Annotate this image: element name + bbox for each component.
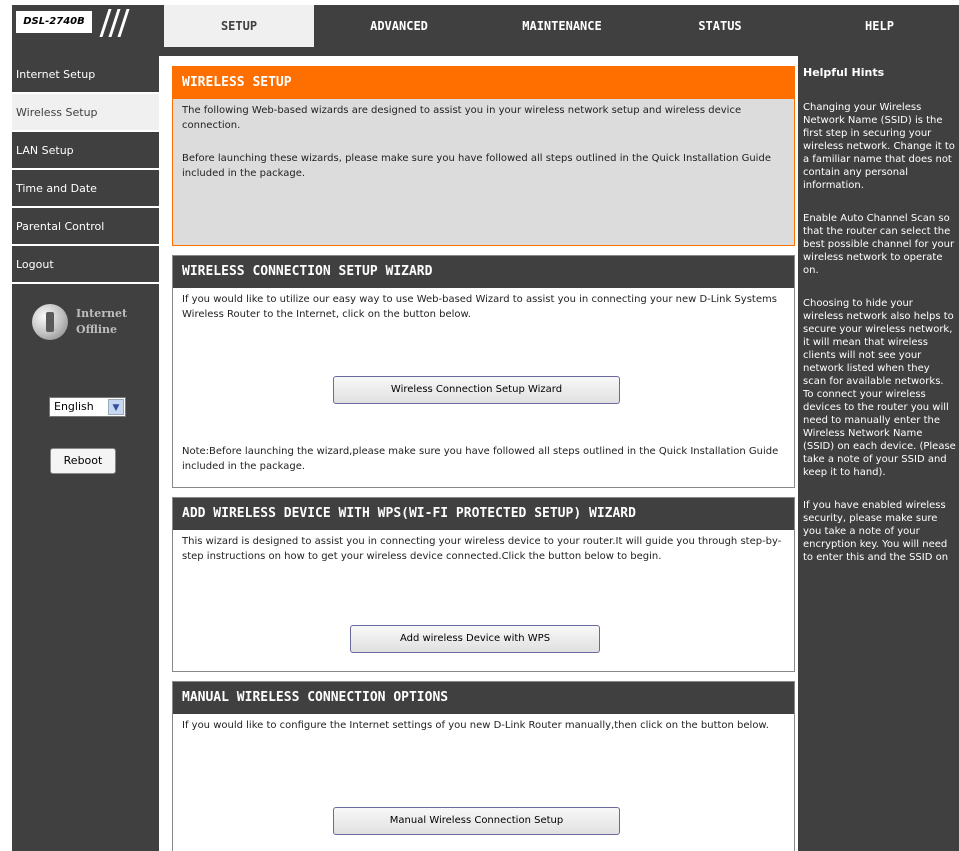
wireless-setup-section: WIRELESS SETUP The following Web-based w… (172, 66, 795, 246)
manual-description: If you would like to configure the Inter… (182, 720, 769, 731)
connection-wizard-section: WIRELESS CONNECTION SETUP WIZARD If you … (172, 255, 795, 488)
wizard-description: If you would like to utilize our easy wa… (182, 294, 777, 320)
intro-text: The following Web-based wizards are desi… (182, 105, 742, 131)
hint-text: Enable Auto Channel Scan so that the rou… (803, 213, 955, 276)
hint-text: If you have enabled wireless security, p… (803, 500, 949, 563)
tab-setup[interactable]: SETUP (164, 5, 314, 47)
manual-options-section: MANUAL WIRELESS CONNECTION OPTIONS If yo… (172, 681, 795, 851)
section-title: WIRELESS SETUP (173, 67, 794, 99)
add-wps-device-button[interactable]: Add wireless Device with WPS (350, 625, 600, 653)
sidebar-item-logout[interactable]: Logout (12, 246, 159, 284)
status-line-2: Offline (76, 323, 118, 336)
section-title: MANUAL WIRELESS CONNECTION OPTIONS (173, 682, 794, 714)
hint-text: Choosing to hide your wireless network a… (803, 298, 956, 478)
hint-text: Changing your Wireless Network Name (SSI… (803, 102, 955, 191)
wireless-connection-wizard-button[interactable]: Wireless Connection Setup Wizard (333, 376, 620, 404)
language-select[interactable]: English ▼ (49, 397, 126, 417)
tab-help[interactable]: HELP (800, 5, 959, 47)
status-line-1: Internet (76, 307, 128, 320)
sidebar-item-time-and-date[interactable]: Time and Date (12, 170, 159, 208)
tab-status[interactable]: STATUS (645, 5, 795, 47)
wps-description: This wizard is designed to assist you in… (182, 536, 782, 562)
section-title: ADD WIRELESS DEVICE WITH WPS(WI-FI PROTE… (173, 498, 794, 530)
intro-note: Before launching these wizards, please m… (182, 153, 771, 179)
tab-advanced[interactable]: ADVANCED (319, 5, 479, 47)
manual-wireless-setup-button[interactable]: Manual Wireless Connection Setup (333, 807, 620, 835)
wizard-note: Note:Before launching the wizard,please … (182, 446, 779, 472)
router-admin-frame: DSL-2740B SETUP ADVANCED MAINTENANCE STA… (12, 5, 959, 851)
main-content: WIRELESS SETUP The following Web-based w… (159, 56, 798, 851)
tab-maintenance[interactable]: MAINTENANCE (482, 5, 642, 47)
sidebar-nav: Internet Setup Wireless Setup LAN Setup … (12, 56, 159, 284)
language-value: English (54, 400, 94, 413)
connection-status-icon (32, 304, 68, 340)
hints-title: Helpful Hints (803, 66, 885, 79)
chevron-down-icon[interactable]: ▼ (108, 399, 124, 415)
logo: DSL-2740B (12, 5, 159, 47)
wps-wizard-section: ADD WIRELESS DEVICE WITH WPS(WI-FI PROTE… (172, 497, 795, 672)
model-label: DSL-2740B (16, 11, 92, 33)
helpful-hints-panel: Helpful Hints Changing your Wireless Net… (798, 56, 959, 851)
reboot-button[interactable]: Reboot (50, 448, 116, 474)
sidebar-item-wireless-setup[interactable]: Wireless Setup (12, 94, 159, 132)
sidebar-item-lan-setup[interactable]: LAN Setup (12, 132, 159, 170)
logo-slash (117, 9, 130, 37)
internet-status: Internet Offline (32, 299, 152, 349)
section-title: WIRELESS CONNECTION SETUP WIZARD (173, 256, 794, 288)
sidebar-item-parental-control[interactable]: Parental Control (12, 208, 159, 246)
sidebar-item-internet-setup[interactable]: Internet Setup (12, 56, 159, 94)
